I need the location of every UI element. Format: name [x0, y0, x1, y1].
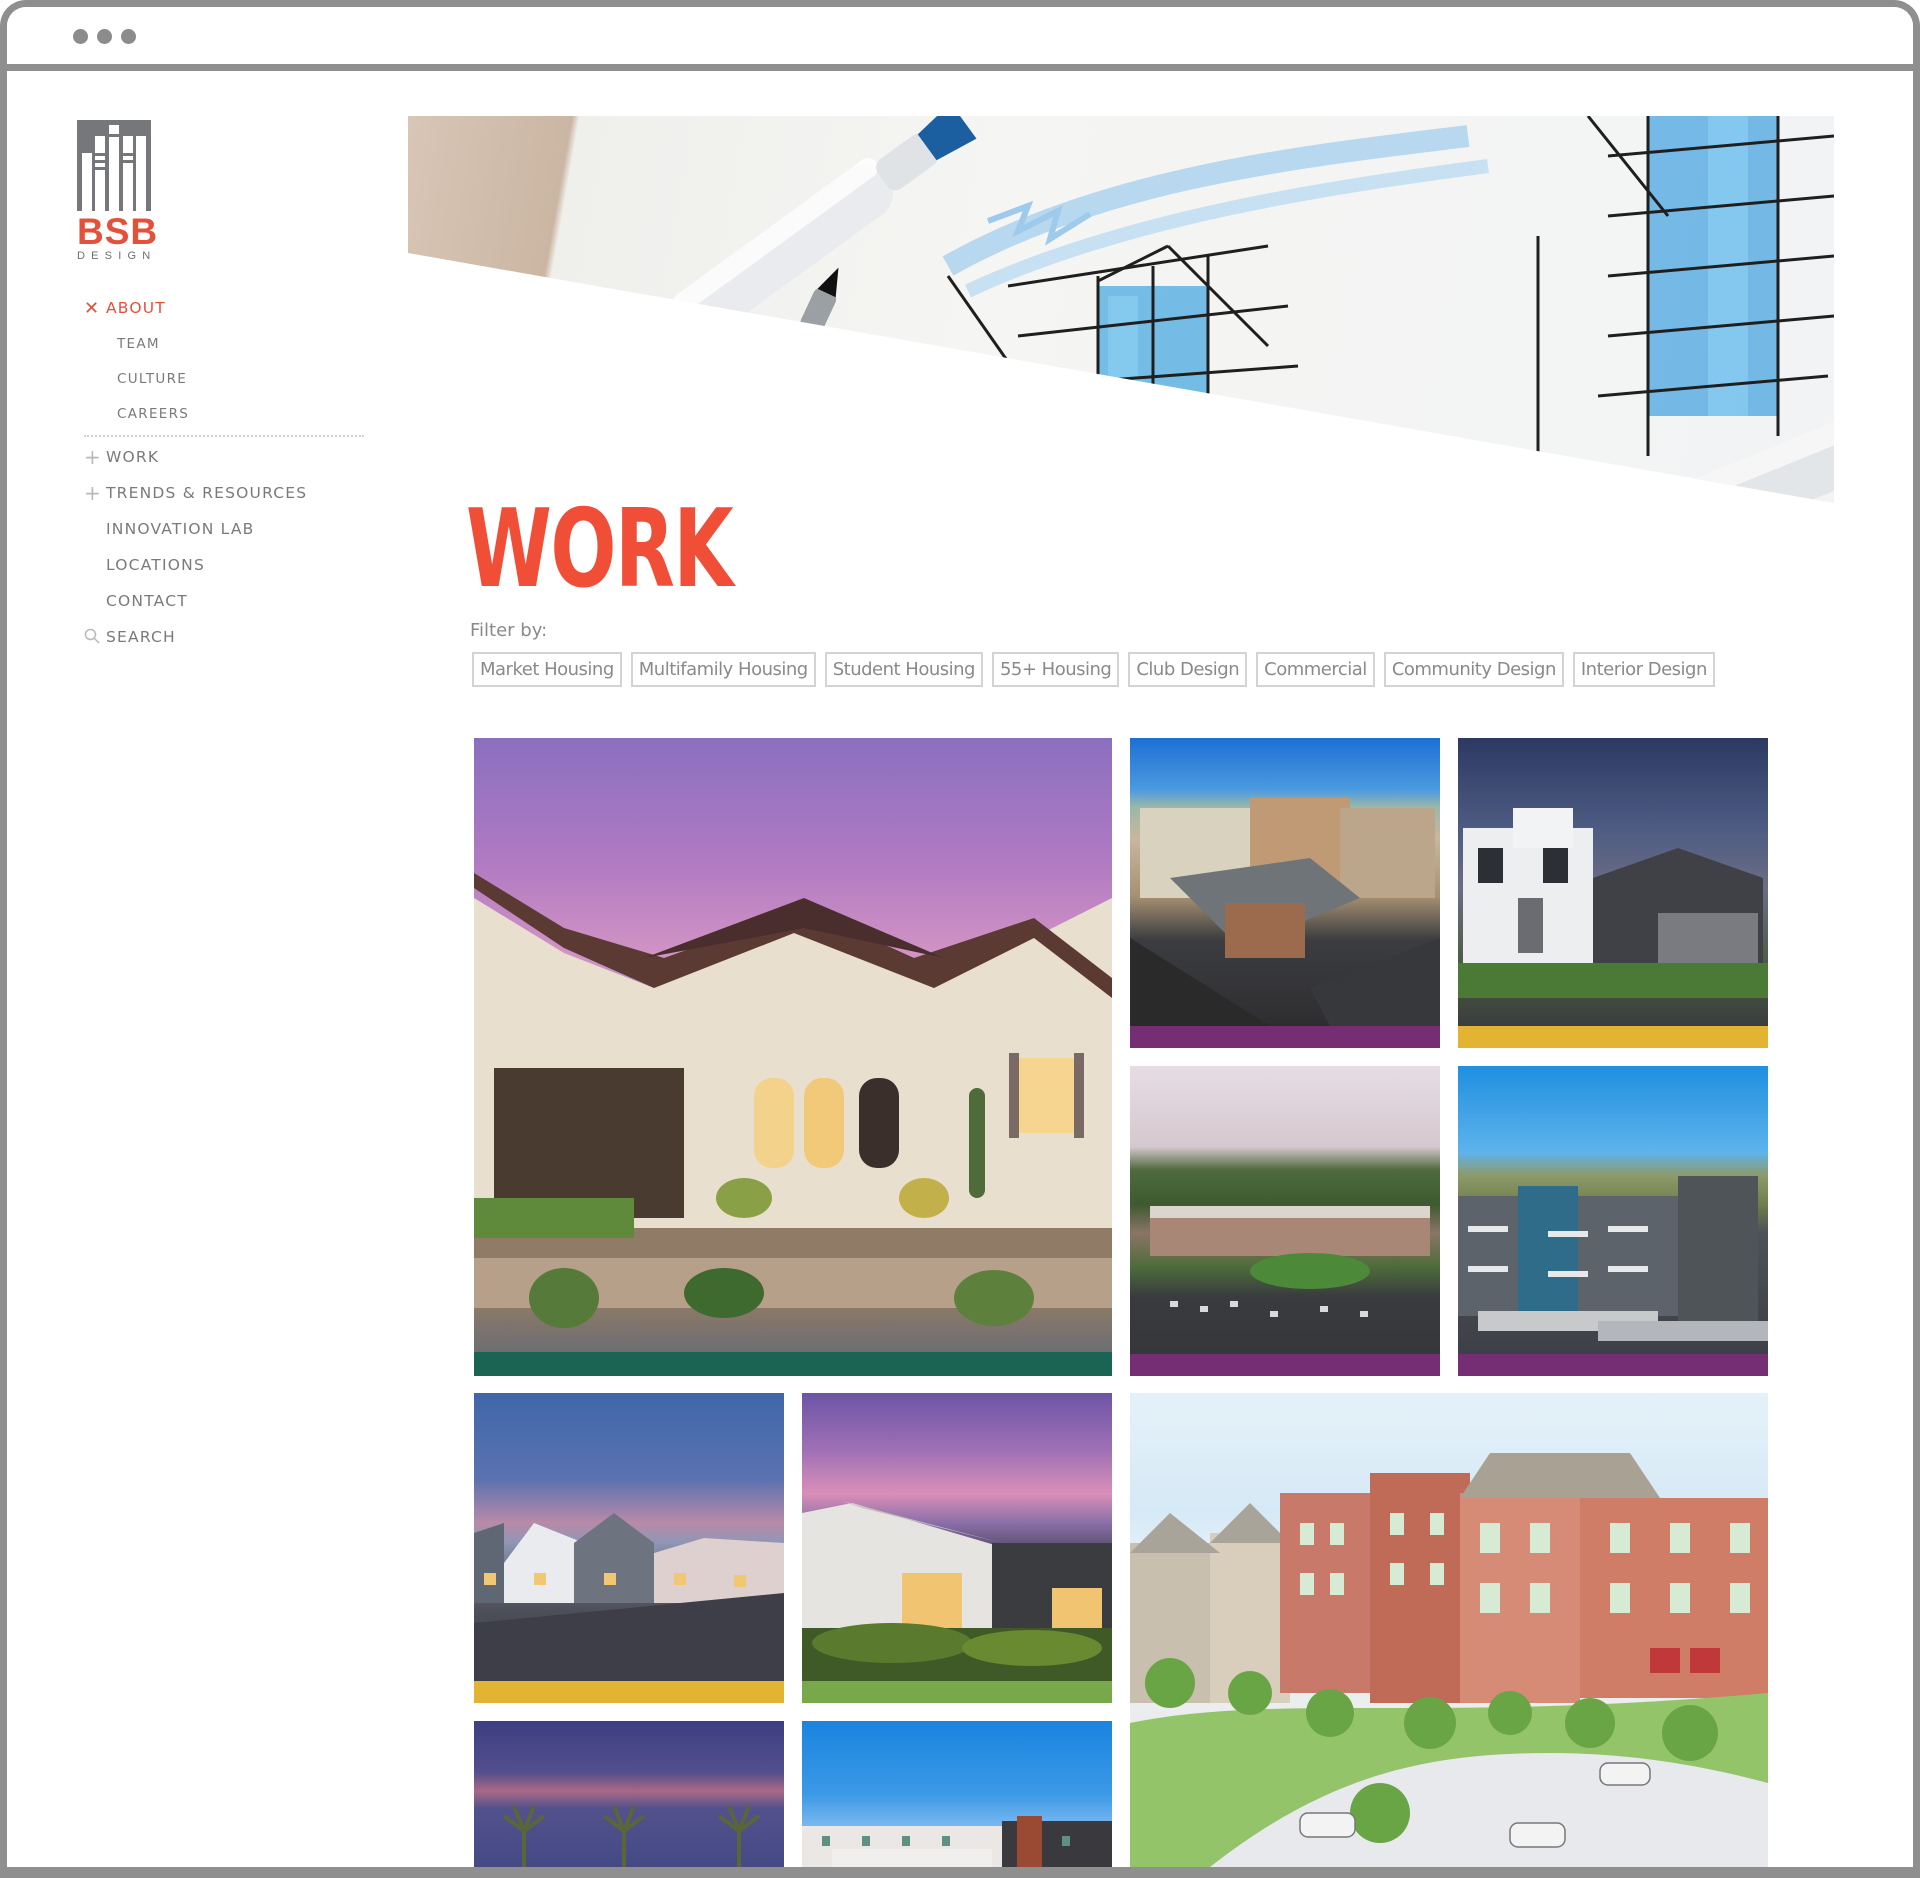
nav-item-label: TRENDS & RESOURCES	[106, 484, 308, 502]
close-icon[interactable]: ✕	[84, 298, 106, 319]
nav-item-work[interactable]: + WORK	[84, 439, 364, 475]
window-dot-icon	[73, 29, 88, 44]
filter-55-plus-housing[interactable]: 55+ Housing	[991, 652, 1120, 687]
logo-subtitle: DESIGN	[77, 250, 157, 262]
nav-item-label: SEARCH	[106, 628, 176, 646]
project-tile[interactable]	[1130, 1066, 1440, 1376]
category-color-bar	[1458, 1354, 1768, 1376]
title-bar	[7, 7, 1913, 71]
page-title: WORK	[466, 487, 734, 612]
project-tile[interactable]	[1130, 1393, 1768, 1867]
nav-item-label: CONTACT	[106, 592, 188, 610]
filter-club-design[interactable]: Club Design	[1128, 652, 1248, 687]
filter-multifamily-housing[interactable]: Multifamily Housing	[630, 652, 816, 687]
nav-subitem-careers[interactable]: CAREERS	[84, 396, 364, 431]
nav-item-label: WORK	[106, 448, 160, 466]
nav-item-label: ABOUT	[106, 299, 166, 317]
window-dot-icon	[97, 29, 112, 44]
logo-wordmark: BSB	[77, 211, 159, 252]
category-color-bar	[474, 1681, 784, 1703]
nav-item-innovation-lab[interactable]: INNOVATION LAB	[84, 511, 364, 547]
project-tile[interactable]	[1458, 738, 1768, 1048]
project-tile[interactable]	[802, 1393, 1112, 1703]
nav-item-locations[interactable]: LOCATIONS	[84, 547, 364, 583]
category-color-bar	[802, 1681, 1112, 1703]
bsb-design-logo[interactable]: BSB DESIGN	[77, 120, 159, 262]
nav-item-label: INNOVATION LAB	[106, 520, 255, 538]
nav-item-label: LOCATIONS	[106, 556, 205, 574]
project-image	[802, 1721, 1112, 1867]
logo-buildings-icon	[77, 120, 151, 211]
sidebar-nav: ✕ ABOUT TEAM CULTURE CAREERS + WORK + TR…	[84, 290, 364, 655]
filter-label: Filter by:	[470, 620, 548, 641]
project-tile[interactable]	[474, 1393, 784, 1703]
window-dot-icon	[121, 29, 136, 44]
filter-bar: Market Housing Multifamily Housing Stude…	[472, 652, 1715, 687]
nav-item-about[interactable]: ✕ ABOUT	[84, 290, 364, 326]
filter-community-design[interactable]: Community Design	[1383, 652, 1564, 687]
category-color-bar	[1130, 1026, 1440, 1048]
project-tile[interactable]	[474, 1721, 784, 1867]
nav-item-trends-resources[interactable]: + TRENDS & RESOURCES	[84, 475, 364, 511]
filter-student-housing[interactable]: Student Housing	[824, 652, 983, 687]
project-image	[474, 1393, 784, 1681]
project-image	[802, 1393, 1112, 1681]
filter-market-housing[interactable]: Market Housing	[472, 652, 622, 687]
category-color-bar	[1458, 1026, 1768, 1048]
project-image	[1130, 738, 1440, 1026]
project-image	[1130, 1393, 1768, 1867]
project-tile[interactable]	[474, 738, 1112, 1376]
filter-interior-design[interactable]: Interior Design	[1572, 652, 1715, 687]
nav-divider	[84, 435, 364, 437]
nav-item-search[interactable]: SEARCH	[84, 619, 364, 655]
project-tile[interactable]	[802, 1721, 1112, 1867]
category-color-bar	[1130, 1354, 1440, 1376]
category-color-bar	[474, 1352, 1112, 1376]
nav-subitem-culture[interactable]: CULTURE	[84, 361, 364, 396]
window-bottom-border	[0, 1867, 1920, 1878]
plus-icon[interactable]: +	[84, 445, 106, 469]
search-icon[interactable]	[84, 625, 106, 649]
project-tile[interactable]	[1130, 738, 1440, 1048]
nav-subitem-team[interactable]: TEAM	[84, 326, 364, 361]
filter-commercial[interactable]: Commercial	[1256, 652, 1375, 687]
project-image	[474, 1721, 784, 1867]
project-image	[474, 738, 1112, 1352]
project-image	[1458, 738, 1768, 1026]
project-tile[interactable]	[1458, 1066, 1768, 1376]
project-image	[1130, 1066, 1440, 1354]
nav-item-contact[interactable]: CONTACT	[84, 583, 364, 619]
project-image	[1458, 1066, 1768, 1354]
plus-icon[interactable]: +	[84, 481, 106, 505]
